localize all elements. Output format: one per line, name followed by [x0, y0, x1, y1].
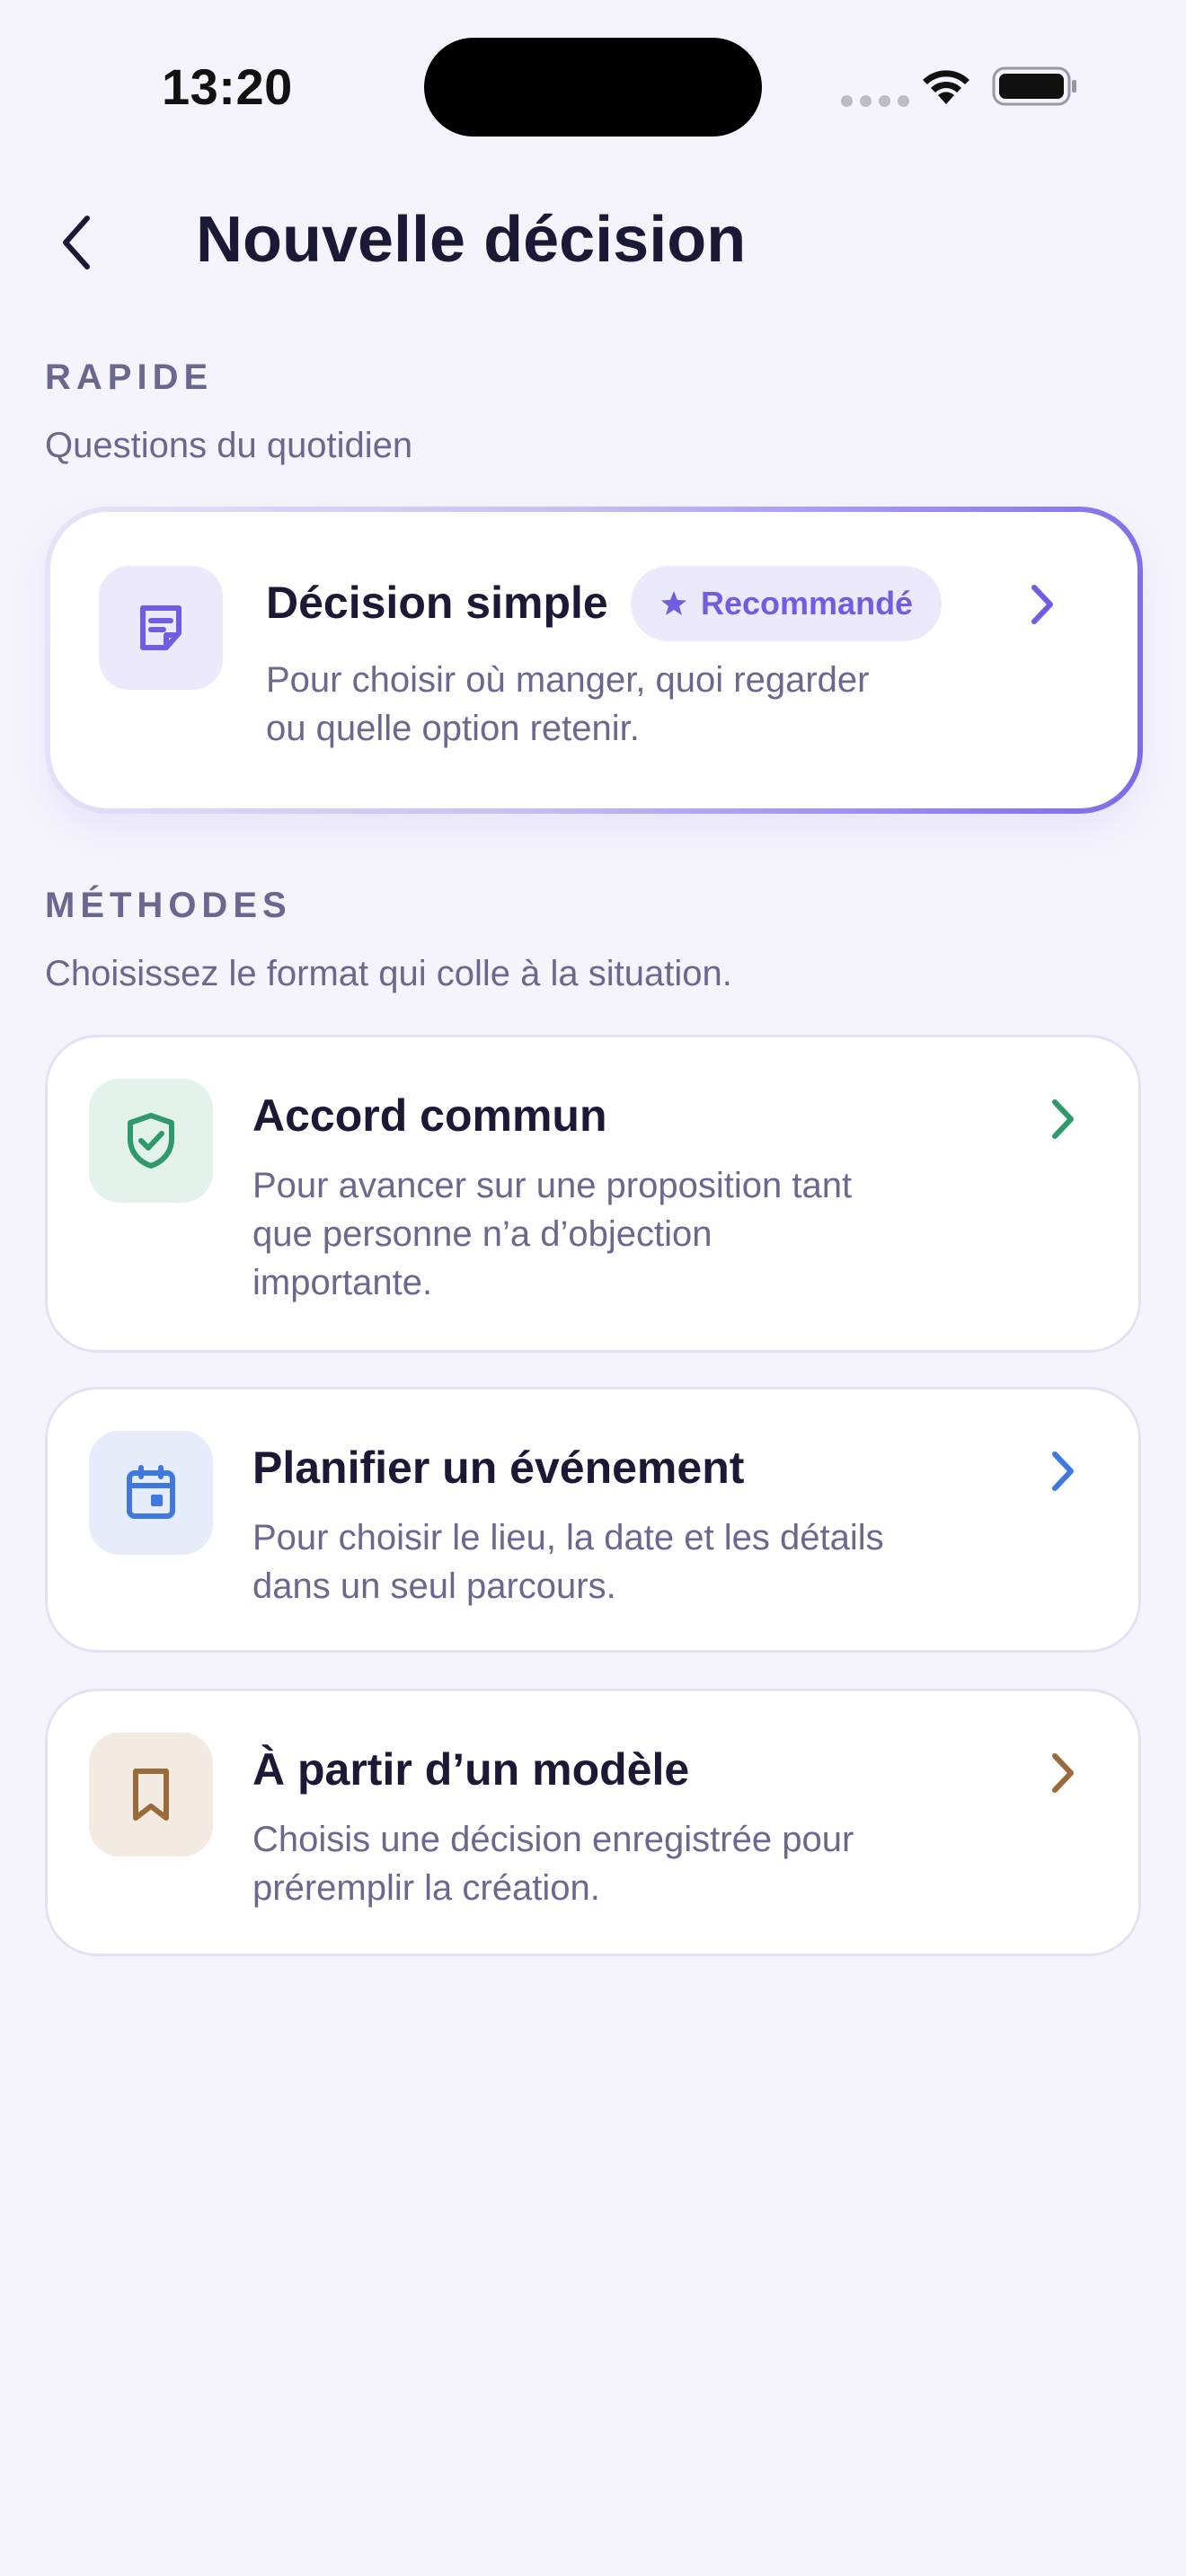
cellular-signal-icon: [841, 95, 909, 107]
card-description-line: que personne n’a d’objection: [252, 1214, 712, 1254]
status-time: 13:20: [162, 58, 293, 115]
bookmark-icon-tile: [89, 1733, 213, 1857]
card-description: Choisis une décision enregistrée pour pr…: [252, 1815, 854, 1912]
note-icon-tile: [99, 566, 223, 690]
chevron-right-icon: [1045, 1751, 1081, 1795]
badge-label: Recommandé: [701, 585, 914, 622]
status-bar: 13:20: [0, 0, 1186, 171]
bookmark-icon: [133, 1769, 169, 1821]
star-icon: [661, 591, 686, 615]
card-description-line: Pour choisir où manger, quoi regarder: [266, 660, 870, 700]
card-description-line: importante.: [252, 1263, 433, 1302]
shield-icon-tile: [89, 1079, 213, 1203]
section-label-methods: MÉTHODES: [45, 886, 292, 925]
dynamic-island: [424, 38, 762, 137]
wifi-icon: [923, 70, 969, 104]
plan-event-card[interactable]: Planifier un événement Pour choisir le l…: [45, 1387, 1141, 1653]
card-description: Pour avancer sur une proposition tant qu…: [252, 1161, 852, 1307]
card-title: Décision simple: [266, 578, 608, 628]
page-title: Nouvelle décision: [196, 204, 747, 276]
card-description-line: ou quelle option retenir.: [266, 709, 640, 748]
note-icon: [140, 605, 181, 650]
card-title: À partir d’un modèle: [252, 1744, 690, 1795]
card-description-line: Pour avancer sur une proposition tant: [252, 1166, 853, 1205]
chevron-right-icon: [1045, 1449, 1081, 1494]
section-subtitle-quick: Questions du quotidien: [45, 426, 413, 465]
section-label-quick: RAPIDE: [45, 357, 214, 397]
shield-check-icon: [128, 1113, 174, 1169]
recommended-badge: Recommandé: [631, 566, 943, 641]
chevron-right-icon: [1024, 582, 1060, 627]
card-description-line: dans un seul parcours.: [252, 1566, 616, 1606]
back-button[interactable]: [45, 207, 108, 278]
simple-decision-card[interactable]: Décision simple Recommandé Pour choisir …: [45, 507, 1143, 814]
card-description: Pour choisir le lieu, la date et les dét…: [252, 1513, 884, 1610]
section-subtitle-methods: Choisissez le format qui colle à la situ…: [45, 954, 732, 993]
common-agreement-card[interactable]: Accord commun Pour avancer sur une propo…: [45, 1035, 1141, 1353]
card-title: Planifier un événement: [252, 1442, 745, 1493]
card-description-line: Pour choisir le lieu, la date et les dét…: [252, 1518, 884, 1557]
card-description-line: Choisis une décision enregistrée pour: [252, 1820, 854, 1859]
calendar-icon: [127, 1465, 175, 1519]
card-title: Accord commun: [252, 1090, 607, 1141]
battery-icon: [992, 66, 1076, 106]
calendar-icon-tile: [89, 1431, 213, 1555]
chevron-right-icon: [1045, 1097, 1081, 1142]
card-description: Pour choisir où manger, quoi regarder ou…: [266, 656, 869, 753]
card-description-line: préremplir la création.: [252, 1868, 600, 1908]
from-template-card[interactable]: À partir d’un modèle Choisis une décisio…: [45, 1689, 1141, 1956]
chevron-left-icon: [63, 216, 90, 269]
